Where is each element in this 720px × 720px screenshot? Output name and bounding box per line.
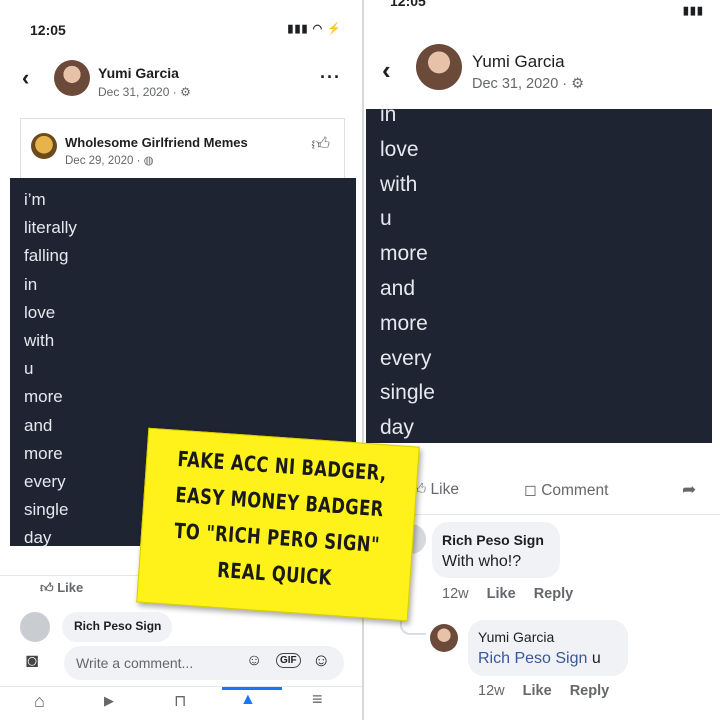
post-word: u (380, 207, 392, 231)
comment-like-button[interactable]: Like (487, 586, 516, 602)
post-word: more (24, 443, 63, 463)
back-arrow-icon[interactable]: ‹ (22, 65, 29, 91)
shared-page-card: Wholesome Girlfriend Memes Dec 29, 2020 … (20, 118, 345, 178)
post-word: with (24, 331, 55, 350)
comment-meta: 12w Like Reply (442, 586, 573, 602)
reply-reply-button[interactable]: Reply (570, 683, 610, 699)
mention-link[interactable]: Rich Peso Sign (478, 650, 587, 667)
comment-composer: ◙ Write a comment... ☺ GIF ☺ (0, 640, 362, 684)
comment-button[interactable]: ◻ Comment (524, 481, 608, 500)
comment-bubble: Rich Peso Sign (62, 612, 172, 642)
signal-icon: ▮▮▮ (682, 5, 704, 17)
sticker-line-4: REAL QUICK (216, 557, 333, 590)
post-word: i’m (24, 190, 46, 209)
commenter-name[interactable]: Rich Peso Sign (442, 532, 544, 548)
shared-page-date: Dec 29, 2020 · ◍ (65, 155, 154, 167)
post-word: u (24, 359, 34, 379)
sticker-line-1: FAKE ACC NI BADGER, (176, 446, 388, 486)
post-word: more (24, 387, 63, 407)
home-icon[interactable]: ⌂ (34, 691, 45, 712)
status-time: 12:05 (30, 22, 66, 38)
post-header: ‹ Yumi Garcia Dec 31, 2020 · ⚙ ··· (0, 55, 362, 110)
marketplace-icon[interactable]: ⊓ (174, 691, 186, 711)
post-word: with (380, 172, 418, 196)
reply-body: Rich Peso Sign u (478, 650, 601, 668)
like-button[interactable]: 👍︎ Like (410, 481, 459, 499)
watch-icon[interactable]: ▶ (104, 693, 114, 709)
signal-battery-icon: ▮▮▮ ◠ ⚡ (287, 23, 342, 35)
globe-icon: ◍ (143, 155, 154, 167)
camera-icon[interactable]: ◙ (26, 650, 38, 673)
post-word: day (380, 416, 414, 440)
reply-avatar[interactable] (430, 624, 458, 652)
post-word: more (380, 242, 428, 266)
comment-bubble: Rich Peso Sign With who!? (432, 522, 560, 578)
more-options-icon[interactable]: ··· (320, 67, 341, 88)
thumbs-up-icon: 👍︎ (40, 580, 54, 595)
gear-icon: ⚙ (180, 85, 191, 99)
comment-placeholder: Write a comment... (76, 655, 194, 671)
bottom-nav: ⌂ ▶ ⊓ ▲ ≡ (0, 686, 362, 720)
post-word: love (24, 302, 56, 322)
post-date: Dec 31, 2020 · ⚙ (472, 76, 585, 92)
post-word: more (380, 311, 428, 335)
reply-meta: 12w Like Reply (478, 683, 609, 699)
post-word: falling (24, 246, 69, 266)
post-word: single (380, 381, 435, 405)
comment-time: 12w (442, 586, 469, 602)
status-bar-cropped: 12:05 ▮▮▮ (364, 0, 720, 40)
reply-author[interactable]: Yumi Garcia (478, 629, 554, 645)
author-name[interactable]: Yumi Garcia (472, 52, 565, 72)
reply-time: 12w (478, 683, 505, 699)
post-word: literally (24, 218, 77, 238)
post-header: ‹ Yumi Garcia Dec 31, 2020 · ⚙ (364, 40, 720, 105)
avatar-sticker-icon[interactable]: ☺ (246, 652, 262, 670)
notifications-icon[interactable]: ▲ (240, 691, 256, 709)
gear-icon: ⚙ (571, 76, 585, 92)
comment-input[interactable]: Write a comment... (64, 646, 344, 680)
sticker-line-2: EASY MONEY BADGER (174, 482, 385, 522)
sticker-line-3: TO "RICH PERO SIGN" (173, 518, 381, 558)
divider (366, 514, 720, 515)
post-word: love (380, 137, 419, 161)
active-tab-indicator (222, 687, 282, 690)
gif-button[interactable]: GIF (276, 653, 301, 668)
post-word: in (24, 274, 38, 294)
reply-text: u (587, 650, 601, 667)
action-bar: 👍︎ Like ◻ Comment ➦ (364, 478, 720, 504)
like-page-icon[interactable]: 👍︎ (311, 133, 330, 155)
menu-icon[interactable]: ≡ (312, 689, 323, 710)
avatar[interactable] (54, 60, 90, 96)
reply-like-button[interactable]: Like (523, 683, 552, 699)
post-word: single (24, 500, 69, 520)
share-icon[interactable]: ➦ (682, 480, 696, 500)
comment-text: With who!? (442, 553, 522, 570)
caption-sticker: FAKE ACC NI BADGER, EASY MONEY BADGER TO… (136, 427, 420, 622)
page-logo[interactable] (31, 133, 57, 159)
comment-reply-button[interactable]: Reply (534, 586, 574, 602)
shared-page-name[interactable]: Wholesome Girlfriend Memes (65, 135, 248, 150)
author-name[interactable]: Yumi Garcia (98, 65, 179, 81)
right-screenshot: 12:05 ▮▮▮ ‹ Yumi Garcia Dec 31, 2020 · ⚙… (362, 0, 720, 720)
post-word: every (380, 346, 432, 370)
post-date: Dec 31, 2020 · ⚙ (98, 85, 191, 99)
commenter-avatar[interactable] (20, 612, 50, 642)
reply-bubble: Yumi Garcia Rich Peso Sign u (468, 620, 628, 676)
post-word: in (380, 103, 397, 126)
post-image: in love with u more and more every single day (366, 103, 712, 443)
avatar[interactable] (416, 44, 462, 90)
back-arrow-icon[interactable]: ‹ (382, 55, 391, 86)
post-word: and (380, 277, 416, 300)
post-word: day (24, 528, 52, 548)
emoji-icon[interactable]: ☺ (312, 650, 330, 671)
status-bar: 12:05 ▮▮▮ ◠ ⚡ (0, 0, 362, 40)
status-time-cropped: 12:05 (390, 0, 426, 9)
post-word: every (24, 472, 66, 491)
commenter-name[interactable]: Rich Peso Sign (74, 619, 161, 633)
like-button[interactable]: 👍︎ Like (40, 580, 83, 596)
comment-icon: ◻ (524, 482, 537, 499)
post-word: and (24, 415, 53, 435)
